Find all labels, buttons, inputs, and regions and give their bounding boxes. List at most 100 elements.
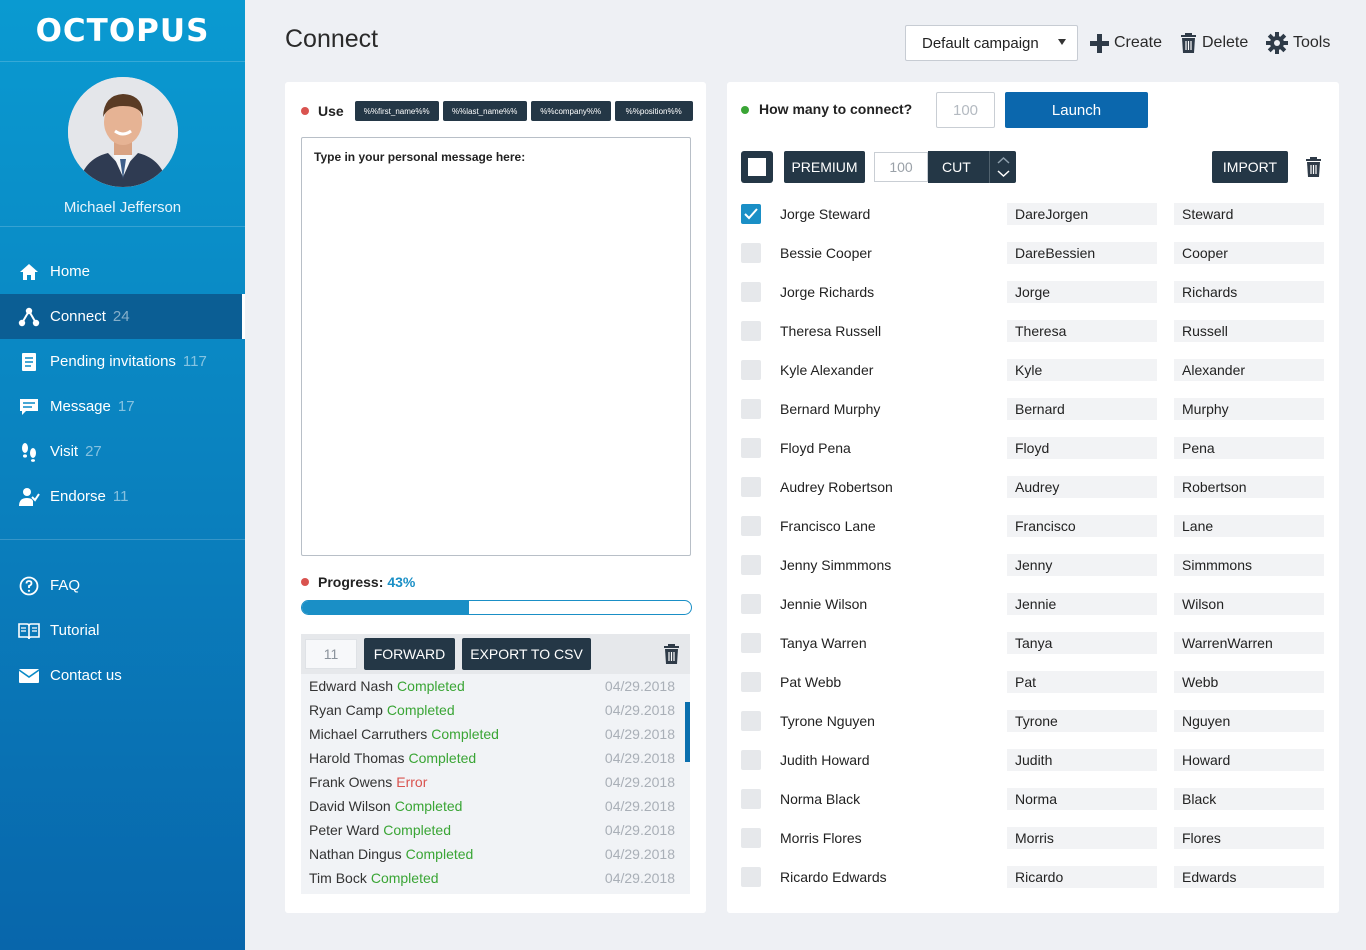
nav-item-tutorial[interactable]: Tutorial <box>0 608 245 653</box>
last-name-field[interactable]: Robertson <box>1174 476 1324 498</box>
first-name-field[interactable]: Tyrone <box>1007 710 1157 732</box>
log-name: Harold Thomas <box>309 750 405 766</box>
first-name-field[interactable]: Francisco <box>1007 515 1157 537</box>
contact-checkbox[interactable] <box>741 243 761 263</box>
last-name-field[interactable]: Edwards <box>1174 866 1324 888</box>
tag-first-name[interactable]: %%first_name%% <box>354 101 439 121</box>
contact-checkbox[interactable] <box>741 789 761 809</box>
nav-item-pending-invitations[interactable]: Pending invitations 117 <box>0 339 245 384</box>
nav-item-message[interactable]: Message 17 <box>0 384 245 429</box>
first-name-field[interactable]: Morris <box>1007 827 1157 849</box>
nav-item-faq[interactable]: FAQ <box>0 563 245 608</box>
first-name-field[interactable]: Kyle <box>1007 359 1157 381</box>
last-name-field[interactable]: Wilson <box>1174 593 1324 615</box>
tag-company[interactable]: %%company%% <box>530 101 611 121</box>
contact-checkbox[interactable] <box>741 633 761 653</box>
first-name-field[interactable]: DareBessien <box>1007 242 1157 264</box>
premium-button[interactable]: PREMIUM <box>784 151 865 183</box>
nav-item-contact-us[interactable]: Contact us <box>0 653 245 698</box>
first-name-field[interactable]: Bernard <box>1007 398 1157 420</box>
last-name-field[interactable]: Webb <box>1174 671 1324 693</box>
first-name-field[interactable]: Jenny <box>1007 554 1157 576</box>
nav-item-endorse[interactable]: Endorse 11 <box>0 474 245 519</box>
first-name-field[interactable]: Judith <box>1007 749 1157 771</box>
contact-checkbox[interactable] <box>741 672 761 692</box>
last-name-field[interactable]: Pena <box>1174 437 1324 459</box>
select-all-checkbox[interactable] <box>741 151 773 183</box>
contact-checkbox[interactable] <box>741 477 761 497</box>
nav-item-visit[interactable]: Visit 27 <box>0 429 245 474</box>
contact-name: Jenny Simmmons <box>780 557 892 573</box>
last-name-field[interactable]: Lane <box>1174 515 1324 537</box>
last-name-field[interactable]: Flores <box>1174 827 1324 849</box>
contact-checkbox[interactable] <box>741 711 761 731</box>
last-name-field[interactable]: Murphy <box>1174 398 1324 420</box>
connect-count-input[interactable]: 100 <box>936 92 995 128</box>
last-name-field[interactable]: Nguyen <box>1174 710 1324 732</box>
forward-button[interactable]: FORWARD <box>364 638 455 670</box>
delete-button[interactable]: Delete <box>1180 31 1248 55</box>
contacts-trash-icon[interactable] <box>1305 156 1322 183</box>
chat-icon <box>18 396 40 418</box>
tools-button[interactable]: Tools <box>1266 31 1330 55</box>
contact-name: Jorge Richards <box>780 284 875 300</box>
contact-checkbox[interactable] <box>741 282 761 302</box>
last-name-field[interactable]: Howard <box>1174 749 1324 771</box>
tag-last-name[interactable]: %%last_name%% <box>442 101 527 121</box>
last-name-field[interactable]: WarrenWarren <box>1174 632 1324 654</box>
last-name-field[interactable]: Alexander <box>1174 359 1324 381</box>
last-name-field[interactable]: Cooper <box>1174 242 1324 264</box>
log-status: Completed <box>397 678 465 694</box>
contact-checkbox[interactable] <box>741 555 761 575</box>
cut-button[interactable]: CUT <box>928 151 1016 183</box>
connect-question: How many to connect? <box>759 101 913 117</box>
message-textarea[interactable]: Type in your personal message here: <box>301 137 691 556</box>
last-name-field[interactable]: Richards <box>1174 281 1324 303</box>
contact-checkbox[interactable] <box>741 438 761 458</box>
log-count-field[interactable]: 11 <box>305 639 357 669</box>
contact-checkbox[interactable] <box>741 867 761 887</box>
gear-icon <box>1266 32 1288 54</box>
first-name-field[interactable]: Pat <box>1007 671 1157 693</box>
cut-input[interactable]: 100 <box>874 152 928 182</box>
log-name: Nathan Dingus <box>309 846 402 862</box>
contact-checkbox[interactable] <box>741 399 761 419</box>
tag-position[interactable]: %%position%% <box>614 101 693 121</box>
contact-checkbox[interactable] <box>741 828 761 848</box>
launch-button[interactable]: Launch <box>1005 92 1148 128</box>
nav-item-home[interactable]: Home <box>0 249 245 294</box>
last-name-field[interactable]: Simmmons <box>1174 554 1324 576</box>
first-name-field[interactable]: Theresa <box>1007 320 1157 342</box>
log-trash-icon[interactable] <box>663 643 680 670</box>
import-button[interactable]: IMPORT <box>1212 151 1288 183</box>
contact-checkbox[interactable] <box>741 204 761 224</box>
contact-name: Jennie Wilson <box>780 596 868 612</box>
last-name-field[interactable]: Steward <box>1174 203 1324 225</box>
contact-checkbox[interactable] <box>741 516 761 536</box>
contact-checkbox[interactable] <box>741 321 761 341</box>
nav-label: Connect <box>50 308 106 325</box>
avatar[interactable] <box>67 77 178 187</box>
create-button[interactable]: Create <box>1090 31 1162 55</box>
first-name-field[interactable]: Ricardo <box>1007 866 1157 888</box>
first-name-field[interactable]: Norma <box>1007 788 1157 810</box>
first-name-field[interactable]: Jorge <box>1007 281 1157 303</box>
contact-checkbox[interactable] <box>741 594 761 614</box>
nav-item-connect[interactable]: Connect 24 <box>0 294 245 339</box>
log-scrollbar[interactable] <box>685 702 690 762</box>
octopus-logo[interactable]: OCTOPUS <box>0 0 245 62</box>
first-name-field[interactable]: Audrey <box>1007 476 1157 498</box>
contact-checkbox[interactable] <box>741 750 761 770</box>
export-csv-button[interactable]: EXPORT TO CSV <box>462 638 591 670</box>
contact-row: Norma Black Norma Black <box>741 788 1325 810</box>
contact-checkbox[interactable] <box>741 360 761 380</box>
first-name-field[interactable]: DareJorgen <box>1007 203 1157 225</box>
last-name-field[interactable]: Russell <box>1174 320 1324 342</box>
last-name-field[interactable]: Black <box>1174 788 1324 810</box>
first-name-field[interactable]: Jennie <box>1007 593 1157 615</box>
stepper-icon[interactable] <box>989 151 1016 183</box>
first-name-field[interactable]: Tanya <box>1007 632 1157 654</box>
campaign-select[interactable]: Default campaign <box>905 25 1078 61</box>
first-name-field[interactable]: Floyd <box>1007 437 1157 459</box>
log-date: 04/29.2018 <box>604 822 675 838</box>
